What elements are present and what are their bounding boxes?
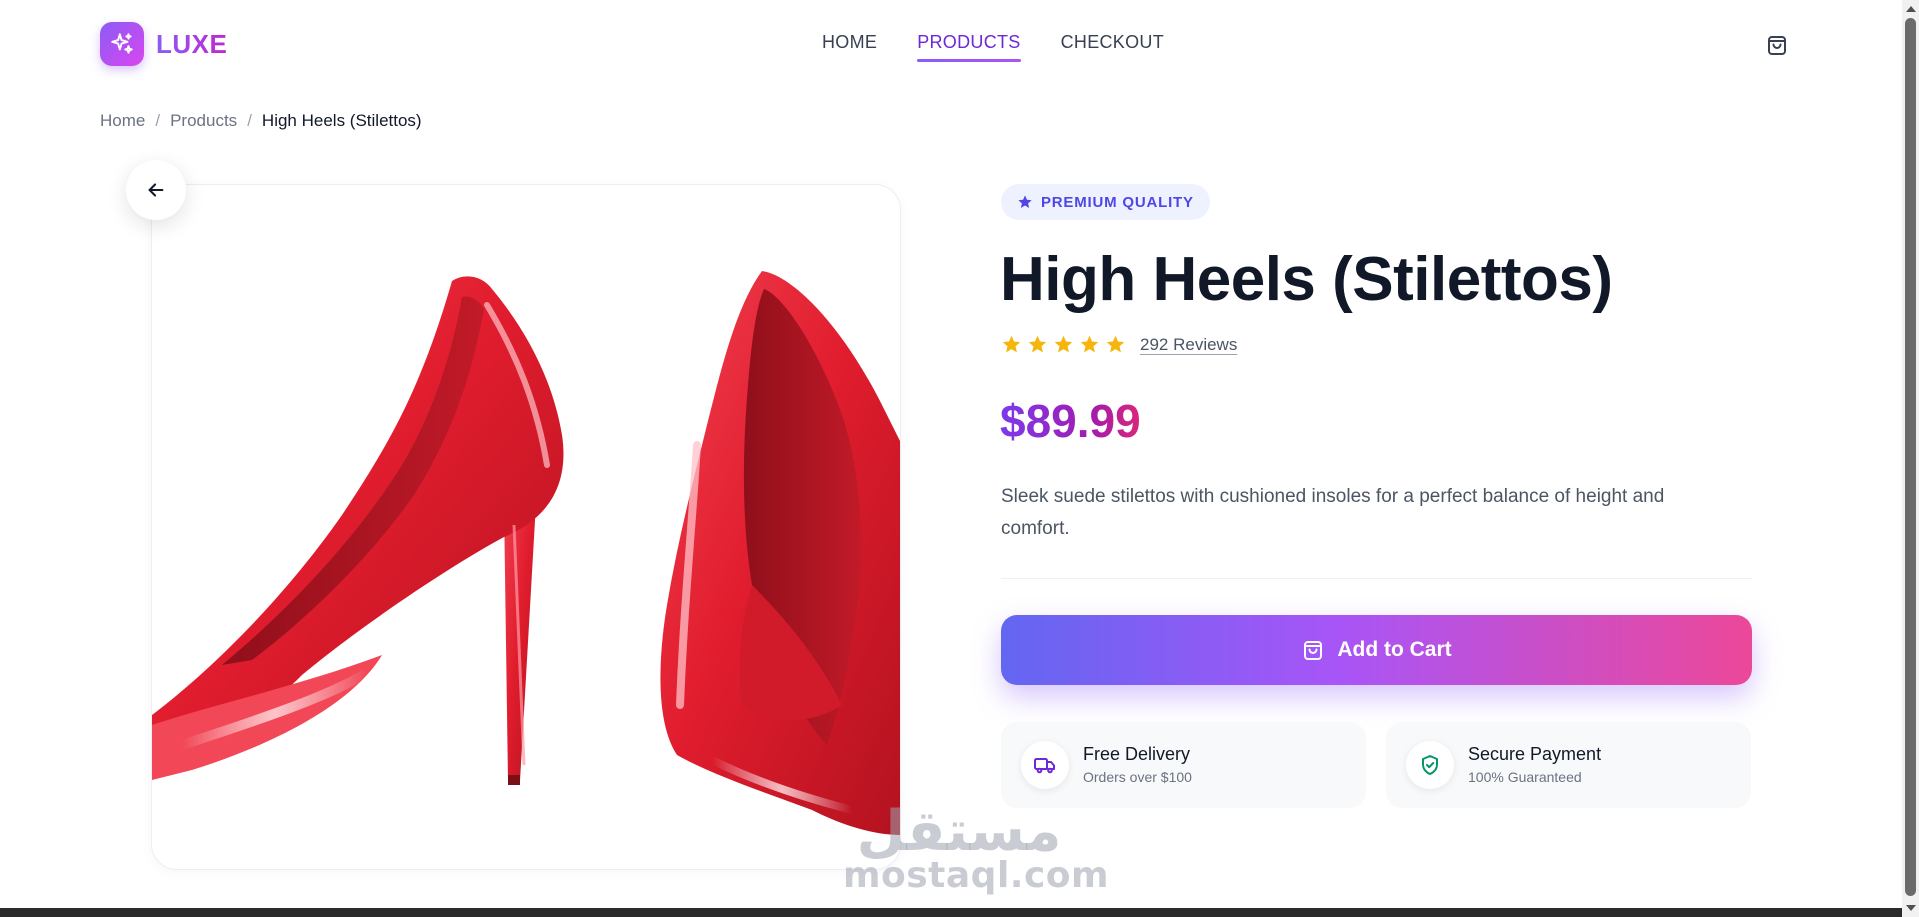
add-to-cart-button[interactable]: Add to Cart	[1001, 615, 1752, 685]
badge-label: PREMIUM QUALITY	[1041, 193, 1194, 211]
product-description: Sleek suede stilettos with cushioned ins…	[1001, 486, 1665, 539]
stiletto-shoes-illustration	[152, 271, 900, 835]
sparkles-icon	[100, 22, 144, 66]
star-icon	[1080, 335, 1099, 353]
scroll-up-icon[interactable]	[1906, 6, 1916, 12]
nav-checkout[interactable]: CHECKOUT	[1061, 32, 1164, 57]
truck-icon	[1021, 741, 1069, 789]
nav-products[interactable]: PRODUCTS	[917, 32, 1022, 62]
rating-stars	[1001, 334, 1126, 355]
nav-home[interactable]: HOME	[822, 32, 877, 57]
watermark-latin: mostaql.com	[843, 855, 1110, 896]
scroll-down-icon[interactable]	[1906, 905, 1916, 911]
product-price: $89.99	[1000, 395, 1141, 447]
breadcrumb-products[interactable]: Products	[170, 111, 237, 131]
right-shoe	[660, 271, 900, 835]
reviews-link[interactable]: 292 Reviews	[1140, 335, 1237, 355]
taskbar-edge	[0, 908, 1902, 917]
breadcrumb: Home / Products / High Heels (Stilettos)	[100, 111, 422, 131]
add-to-cart-label: Add to Cart	[1337, 638, 1452, 661]
feature-title: Free Delivery	[1083, 744, 1191, 764]
left-shoe	[152, 276, 564, 785]
logo-link[interactable]: LUXE	[100, 22, 227, 66]
feature-text: Free Delivery Orders over $100	[1083, 743, 1192, 787]
product-rating: 292 Reviews	[1001, 334, 1237, 355]
back-button[interactable]	[126, 160, 186, 220]
star-icon	[1002, 335, 1021, 353]
feature-subtitle: Orders over $100	[1083, 769, 1192, 785]
cart-button[interactable]	[1762, 30, 1792, 60]
site-header: LUXE HOME PRODUCTS CHECKOUT	[0, 0, 1900, 90]
divider	[1001, 578, 1752, 579]
arrow-left-icon	[148, 183, 164, 197]
watermark-arabic: مستقل	[856, 799, 1062, 864]
feature-secure-payment: Secure Payment 100% Guaranteed	[1386, 722, 1751, 808]
breadcrumb-home[interactable]: Home	[100, 111, 145, 131]
main-nav: HOME PRODUCTS CHECKOUT	[822, 32, 1164, 62]
feature-free-delivery: Free Delivery Orders over $100	[1001, 722, 1366, 808]
mostaql-watermark: مستقل mostaql.com	[843, 799, 1110, 896]
vertical-scrollbar[interactable]	[1902, 0, 1919, 917]
feature-title: Secure Payment	[1468, 744, 1602, 764]
feature-text: Secure Payment 100% Guaranteed	[1468, 743, 1601, 787]
star-icon	[1054, 335, 1073, 353]
scrollbar-thumb[interactable]	[1905, 18, 1916, 896]
shield-check-icon	[1406, 741, 1454, 789]
breadcrumb-separator: /	[155, 111, 161, 130]
brand-name: LUXE	[156, 28, 228, 59]
star-icon	[1028, 335, 1047, 353]
star-icon	[1018, 195, 1032, 208]
star-icon	[1106, 335, 1125, 353]
breadcrumb-separator: /	[247, 111, 252, 130]
breadcrumb-current: High Heels (Stilettos)	[261, 111, 422, 130]
shopping-bag-icon	[1768, 36, 1786, 55]
product-image	[151, 184, 901, 870]
product-title: High Heels (Stilettos)	[1000, 245, 1613, 314]
feature-subtitle: 100% Guaranteed	[1468, 769, 1582, 785]
shopping-bag-icon	[1304, 641, 1323, 660]
premium-badge: PREMIUM QUALITY	[1001, 184, 1210, 220]
